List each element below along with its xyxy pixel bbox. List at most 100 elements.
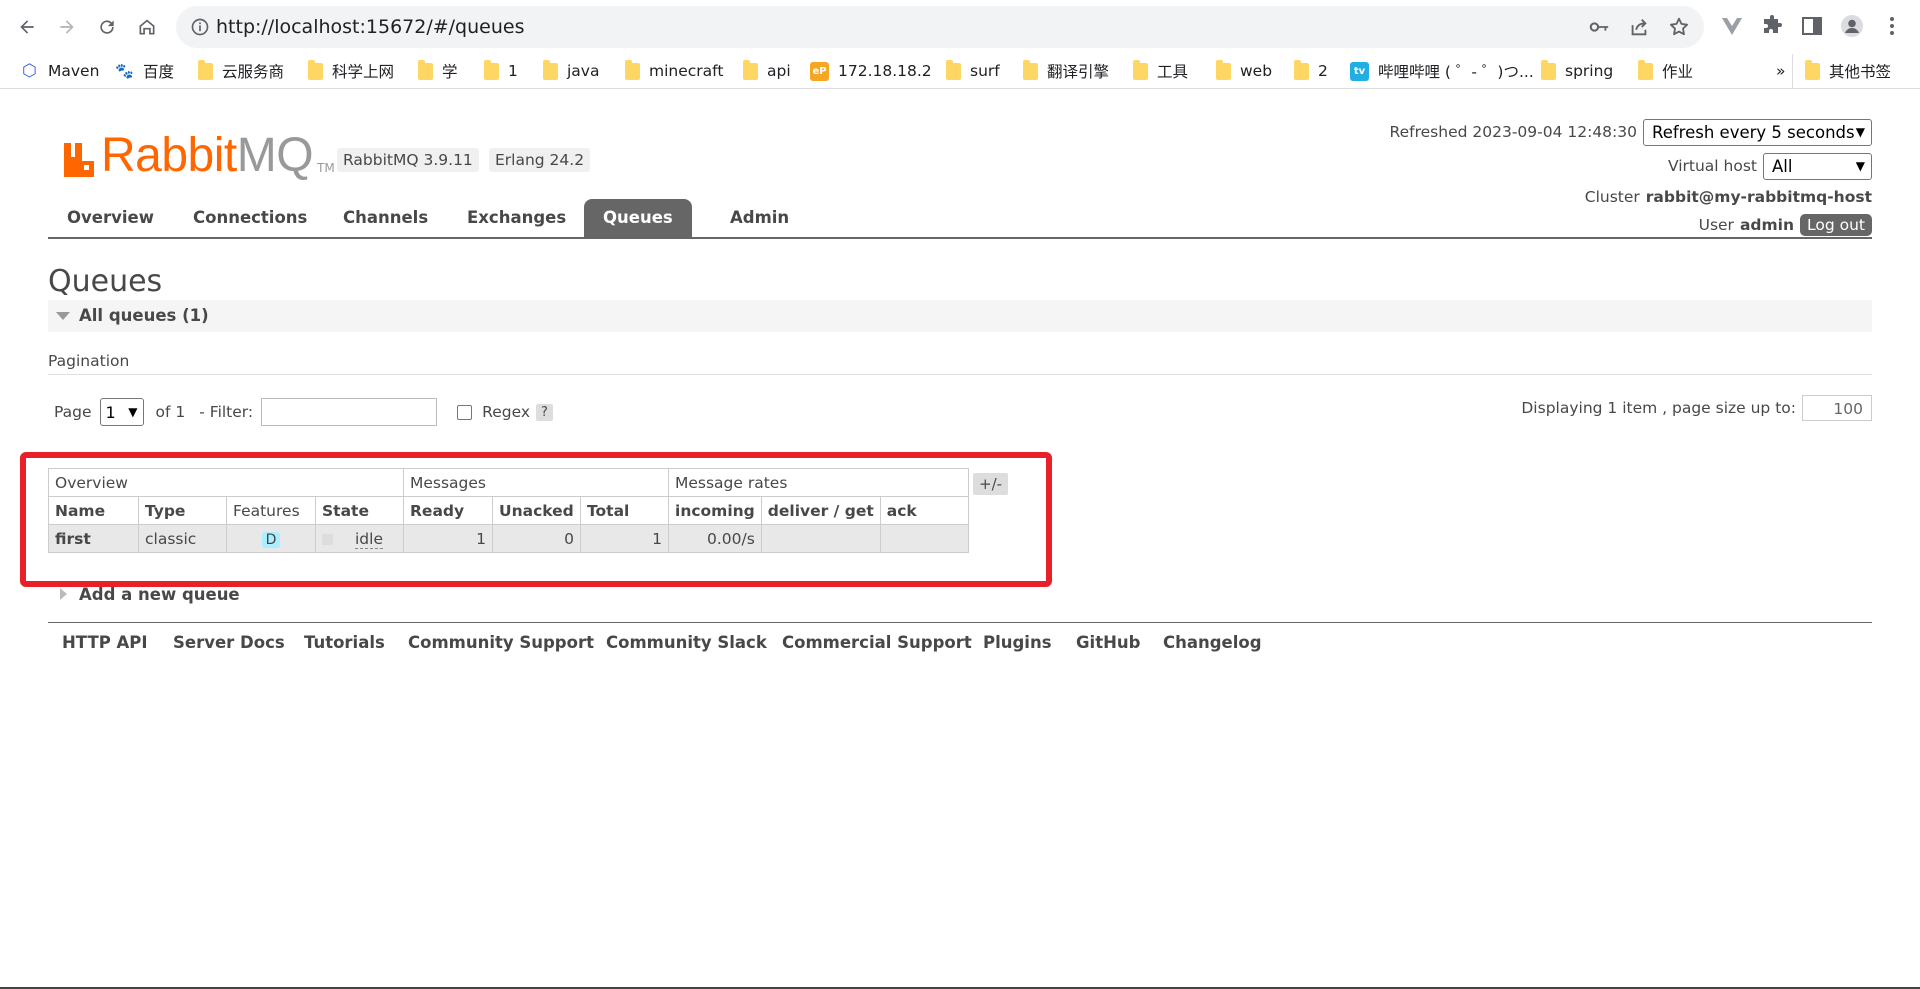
bookmark-item[interactable]: 作业: [1638, 54, 1693, 88]
footer-link-server-docs[interactable]: Server Docs: [173, 623, 285, 663]
key-icon[interactable]: [1588, 16, 1610, 38]
ep-icon: eP: [810, 61, 829, 81]
tab-queues[interactable]: Queues: [584, 199, 692, 237]
tab-connections[interactable]: Connections: [174, 199, 326, 237]
vue-devtools-icon[interactable]: [1720, 14, 1744, 38]
group-overview: Overview: [48, 468, 404, 497]
folder-icon: [1023, 59, 1038, 80]
folder-icon: [543, 59, 558, 80]
regex-checkbox[interactable]: [457, 404, 473, 420]
queue-state: idle: [355, 529, 383, 549]
footer-link-tutorials[interactable]: Tutorials: [304, 623, 385, 663]
col-incoming[interactable]: incoming: [668, 496, 762, 525]
refresh-interval-select[interactable]: Refresh every 5 seconds ▼: [1643, 118, 1872, 146]
bookmark-item[interactable]: tv 哔哩哔哩 ( ゜- ゜)つ...: [1350, 54, 1534, 88]
folder-icon: [1805, 59, 1820, 80]
add-queue-section-toggle[interactable]: Add a new queue: [60, 582, 240, 606]
virtual-host-select[interactable]: All ▼: [1763, 152, 1872, 180]
col-ack[interactable]: ack: [879, 496, 969, 525]
display-summary: Displaying 1 item , page size up to: 100: [1521, 395, 1872, 421]
profile-avatar-icon[interactable]: [1840, 14, 1864, 38]
url-text[interactable]: http://localhost:15672/#/queues: [216, 6, 524, 48]
folder-icon: [1133, 59, 1148, 80]
bookmark-item[interactable]: 1: [484, 54, 518, 88]
bookmark-item[interactable]: minecraft: [625, 54, 723, 88]
bookmark-item[interactable]: 学: [418, 54, 458, 88]
tab-admin[interactable]: Admin: [711, 199, 808, 237]
tab-channels[interactable]: Channels: [324, 199, 447, 237]
tab-overview[interactable]: Overview: [48, 199, 173, 237]
col-unacked[interactable]: Unacked: [492, 496, 581, 525]
bookmark-item[interactable]: 🐾 百度: [115, 54, 174, 88]
queue-name-link[interactable]: first: [48, 524, 139, 553]
other-bookmarks[interactable]: 其他书签: [1792, 54, 1891, 88]
more-bookmarks-button[interactable]: »: [1776, 54, 1785, 88]
footer-link-community-support[interactable]: Community Support: [408, 623, 594, 663]
bookmark-item[interactable]: web: [1216, 54, 1272, 88]
footer-link-plugins[interactable]: Plugins: [983, 623, 1052, 663]
footer-link-commercial-support[interactable]: Commercial Support: [782, 623, 972, 663]
erlang-version-badge: Erlang 24.2: [489, 148, 591, 172]
bookmark-item[interactable]: java: [543, 54, 599, 88]
folder-icon: [1294, 59, 1309, 80]
back-button[interactable]: [10, 10, 44, 44]
bookmark-item[interactable]: eP 172.18.18.2: [810, 54, 932, 88]
bookmark-item[interactable]: spring: [1541, 54, 1613, 88]
home-button[interactable]: [130, 10, 164, 44]
star-icon[interactable]: [1668, 16, 1690, 38]
folder-icon: [625, 59, 640, 80]
chevron-down-icon: ▼: [1855, 159, 1865, 173]
queue-type: classic: [138, 524, 227, 553]
footer-link-changelog[interactable]: Changelog: [1163, 623, 1262, 663]
queues-table: Overview Messages Message rates Name Typ…: [48, 468, 969, 553]
share-icon[interactable]: [1628, 16, 1650, 38]
page-of-label: of 1: [155, 403, 186, 421]
main-nav-tabs: Overview Connections Channels Exchanges …: [48, 199, 1872, 239]
all-queues-section-toggle[interactable]: All queues (1): [48, 300, 1872, 332]
page-select[interactable]: 1 ▼: [99, 398, 144, 426]
footer-link-community-slack[interactable]: Community Slack: [606, 623, 767, 663]
column-toggle-button[interactable]: +/-: [973, 473, 1009, 495]
bookmark-item[interactable]: api: [743, 54, 791, 88]
bookmark-item[interactable]: 翻译引擎: [1023, 54, 1109, 88]
folder-icon: [484, 59, 499, 80]
bookmark-item[interactable]: 云服务商: [198, 54, 284, 88]
folder-icon: [198, 59, 213, 80]
col-deliver-get[interactable]: deliver / get: [760, 496, 881, 525]
bookmark-item[interactable]: 工具: [1133, 54, 1188, 88]
col-state[interactable]: State: [315, 496, 404, 525]
arrow-left-icon: [20, 20, 34, 34]
rate-ack: [879, 524, 969, 553]
rate-deliver-get: [760, 524, 881, 553]
arrow-right-icon: [60, 20, 74, 34]
baidu-icon: 🐾: [115, 62, 134, 80]
filter-input[interactable]: [261, 398, 438, 426]
kebab-menu-icon[interactable]: [1880, 14, 1904, 38]
address-bar[interactable]: http://localhost:15672/#/queues: [176, 6, 1704, 48]
forward-button[interactable]: [50, 10, 84, 44]
home-icon: [139, 19, 155, 35]
bookmark-item[interactable]: ⬡ Maven: [20, 54, 99, 88]
side-panel-icon[interactable]: [1800, 14, 1824, 38]
tab-exchanges[interactable]: Exchanges: [448, 199, 585, 237]
rate-incoming: 0.00/s: [668, 524, 762, 553]
bookmark-item[interactable]: surf: [946, 54, 1000, 88]
col-name[interactable]: Name: [48, 496, 139, 525]
regex-help-button[interactable]: ?: [536, 403, 553, 421]
info-icon[interactable]: [190, 17, 210, 37]
col-type[interactable]: Type: [138, 496, 227, 525]
footer-link-github[interactable]: GitHub: [1076, 623, 1140, 663]
maven-icon: ⬡: [22, 61, 37, 81]
bookmark-item[interactable]: 2: [1294, 54, 1328, 88]
col-ready[interactable]: Ready: [403, 496, 493, 525]
page-size-input[interactable]: 100: [1802, 395, 1872, 421]
extensions-icon[interactable]: [1760, 14, 1784, 38]
col-total[interactable]: Total: [580, 496, 669, 525]
folder-icon: [946, 59, 961, 80]
rabbitmq-logo[interactable]: RabbitMQ TM: [62, 127, 335, 182]
logo-tm: TM: [317, 161, 335, 175]
footer-link-http-api[interactable]: HTTP API: [62, 623, 148, 663]
logo-rabbit-text: Rabbit: [101, 129, 237, 182]
reload-button[interactable]: [90, 10, 124, 44]
bookmark-item[interactable]: 科学上网: [308, 54, 394, 88]
